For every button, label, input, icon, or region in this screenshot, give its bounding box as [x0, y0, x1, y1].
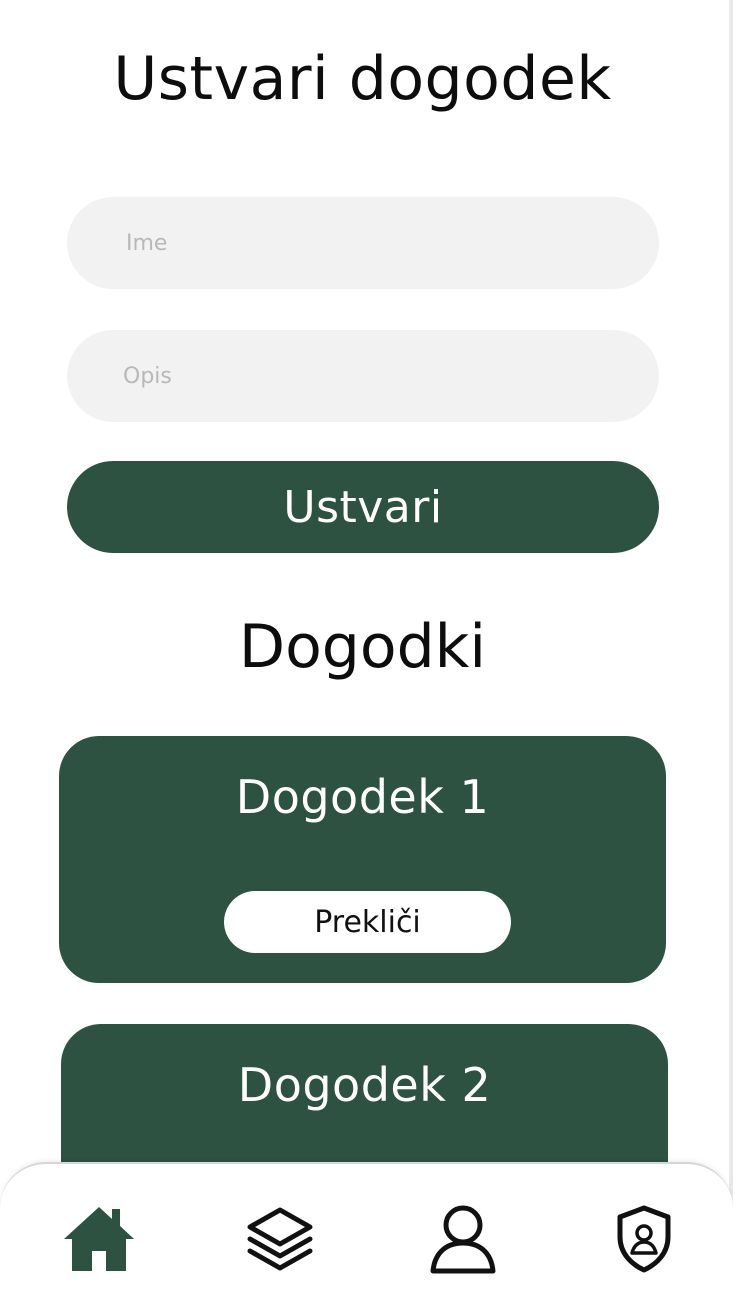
nav-item-layers[interactable] — [235, 1194, 325, 1284]
user-icon — [430, 1205, 496, 1274]
create-button[interactable]: Ustvari — [67, 461, 659, 553]
event-title: Dogodek 2 — [237, 1058, 492, 1112]
scrollbar-edge — [729, 0, 733, 1290]
nav-item-profile[interactable] — [418, 1194, 508, 1284]
home-icon — [64, 1207, 134, 1271]
bottom-navigation — [0, 1162, 733, 1290]
cancel-event-button[interactable]: Prekliči — [224, 891, 511, 953]
create-event-screen: Ustvari dogodek Ustvari Dogodki Dogodek … — [0, 0, 733, 1290]
nav-item-home[interactable] — [54, 1194, 144, 1284]
shield-user-icon — [617, 1205, 671, 1273]
layers-icon — [247, 1207, 313, 1271]
event-card: Dogodek 1 Prekliči — [59, 736, 666, 983]
page-title: Ustvari dogodek — [113, 44, 612, 114]
event-title: Dogodek 1 — [235, 770, 490, 824]
name-input[interactable] — [67, 197, 659, 289]
events-section-title: Dogodki — [238, 612, 487, 682]
nav-item-security[interactable] — [599, 1194, 689, 1284]
description-input[interactable] — [67, 330, 659, 422]
